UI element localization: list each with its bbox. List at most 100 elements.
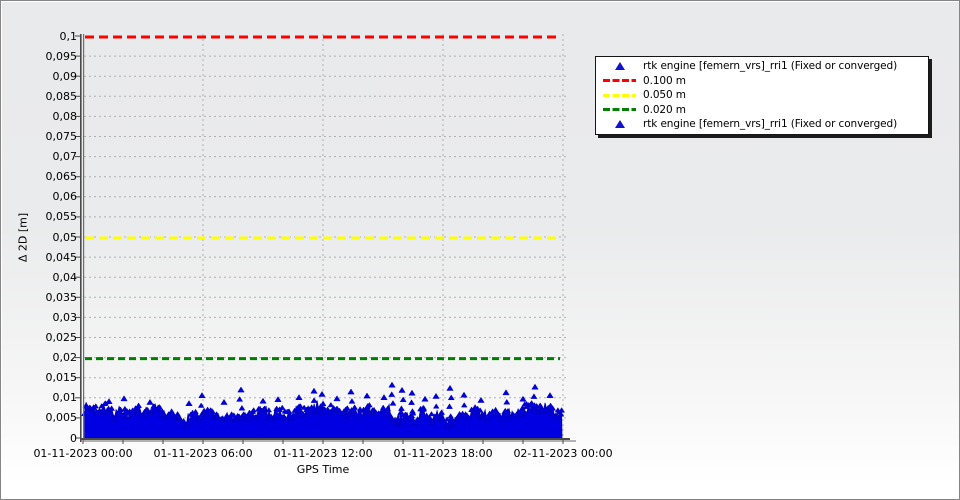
scatter-marker [185,400,193,406]
scatter-marker [279,404,286,410]
scatter-marker [250,407,257,413]
scatter-marker [503,398,511,405]
scatter-marker [318,390,326,397]
scatter-marker [319,400,327,407]
scatter-marker [348,398,356,404]
x-tick-label: 01-11-2023 06:00 [153,447,253,460]
scatter-marker [460,391,468,398]
y-tick-label: 0,075 [45,130,78,143]
legend-marker-cell [596,108,643,112]
x-tick-label: 02-11-2023 00:00 [513,447,613,460]
scatter-marker [380,394,388,400]
scatter-marker [530,393,538,399]
legend-item-label: 0.100 m [643,74,686,87]
y-tick-label: 0,025 [45,331,78,344]
legend-item: 0.050 m [596,88,928,103]
legend-marker-cell [596,93,643,97]
x-axis-line [80,438,570,440]
scatter-marker [198,392,206,398]
scatter-marker [333,395,341,402]
legend-marker-cell [596,79,643,83]
y-axis-line [80,34,82,442]
y-tick-label: 0 [70,431,77,445]
legend-marker-cell [596,62,643,71]
scatter-marker [477,396,485,403]
scatter-marker [408,389,416,396]
legend-box: rtk engine [femern_vrs]_rri1 (Fixed or c… [595,56,929,135]
x-tick-label: 01-11-2023 00:00 [33,447,133,460]
legend-marker-triangle-icon [614,120,625,129]
y-tick-label: 0,1 [59,29,78,43]
scatter-marker [428,411,435,417]
scatter-marker [223,412,231,418]
scatter-marker [379,404,387,410]
scatter-marker [446,403,453,409]
scatter-marker [408,399,415,405]
scatter-marker [438,409,446,415]
y-tick-label: 0,085 [45,89,78,103]
y-tick-label: 0,035 [45,290,78,304]
scatter-marker [237,386,245,393]
scatter-marker [546,392,554,398]
x-tick-label: 01-11-2023 12:00 [273,447,373,460]
y-tick-label: 0,08 [52,109,78,123]
scatter-marker [460,402,468,408]
legend-item-label: 0.050 m [643,89,686,102]
scatter-marker [531,383,539,390]
x-axis-shadow [83,440,576,442]
scatter-marker [446,384,454,391]
chart-window: Δ 2D [m] GPS Time 0,1 0,095 0,09 0,085 0,08 0… [0,0,960,500]
scatter-marker [502,389,510,396]
legend-item: rtk engine [femern_vrs]_rri1 (Fixed or c… [596,117,928,132]
scatter-marker [398,386,406,393]
scatter-marker [447,413,454,419]
scatter-marker [409,408,416,414]
y-tick-label: 0,055 [45,210,78,224]
scatter-marker [135,402,143,408]
y-tick-label: 0,065 [45,170,78,184]
scatter-marker [397,405,405,411]
scatter-marker [327,401,335,408]
scatter-marker [146,398,154,405]
legend-marker-triangle-icon [614,62,625,71]
scatter-marker [295,394,303,400]
y-tick-label: 0,005 [45,411,78,425]
scatter-marker [389,400,397,406]
legend-item-label: 0.020 m [643,103,686,116]
x-axis-title: GPS Time [296,463,350,476]
scatter-marker [356,406,364,412]
y-tick-label: 0,07 [52,150,78,164]
scatter-marker [363,392,371,399]
scatter-marker [105,398,113,404]
scatter-marker [388,391,396,397]
legend-item: 0.020 m [596,103,928,118]
y-tick-label: 0,03 [52,310,78,324]
scatter-marker [259,397,267,404]
y-tick-label: 0,045 [45,250,78,264]
y-axis-line2 [83,34,85,442]
scatter-marker [310,387,318,394]
scatter-marker [432,392,440,399]
scatter-marker [236,396,244,402]
scatter-marker [547,402,554,408]
y-tick-label: 0,015 [45,371,78,385]
legend-marker-dash-icon [603,108,636,112]
legend-marker-dash-icon [603,93,636,97]
scatter-marker [120,395,128,402]
x-tick-label: 01-11-2023 18:00 [393,447,493,460]
y-tick-label: 0,02 [52,351,78,365]
scatter-marker [310,397,318,403]
scatter-marker [421,395,429,402]
scatter-marker [432,403,440,409]
y-tick-label: 0,095 [45,49,78,63]
legend-item-label: rtk engine [femern_vrs]_rri1 (Fixed or c… [643,118,898,131]
legend-item: rtk engine [femern_vrs]_rri1 (Fixed or c… [596,59,928,74]
scatter-marker [220,398,228,405]
y-tick-label: 0,09 [52,69,78,83]
legend-item: 0.100 m [596,74,928,89]
scatter-marker [238,404,246,411]
y-tick-label: 0,06 [52,190,78,204]
legend-marker-cell [596,120,643,129]
scatter-marker [347,388,355,395]
y-tick-label: 0,01 [52,391,78,405]
